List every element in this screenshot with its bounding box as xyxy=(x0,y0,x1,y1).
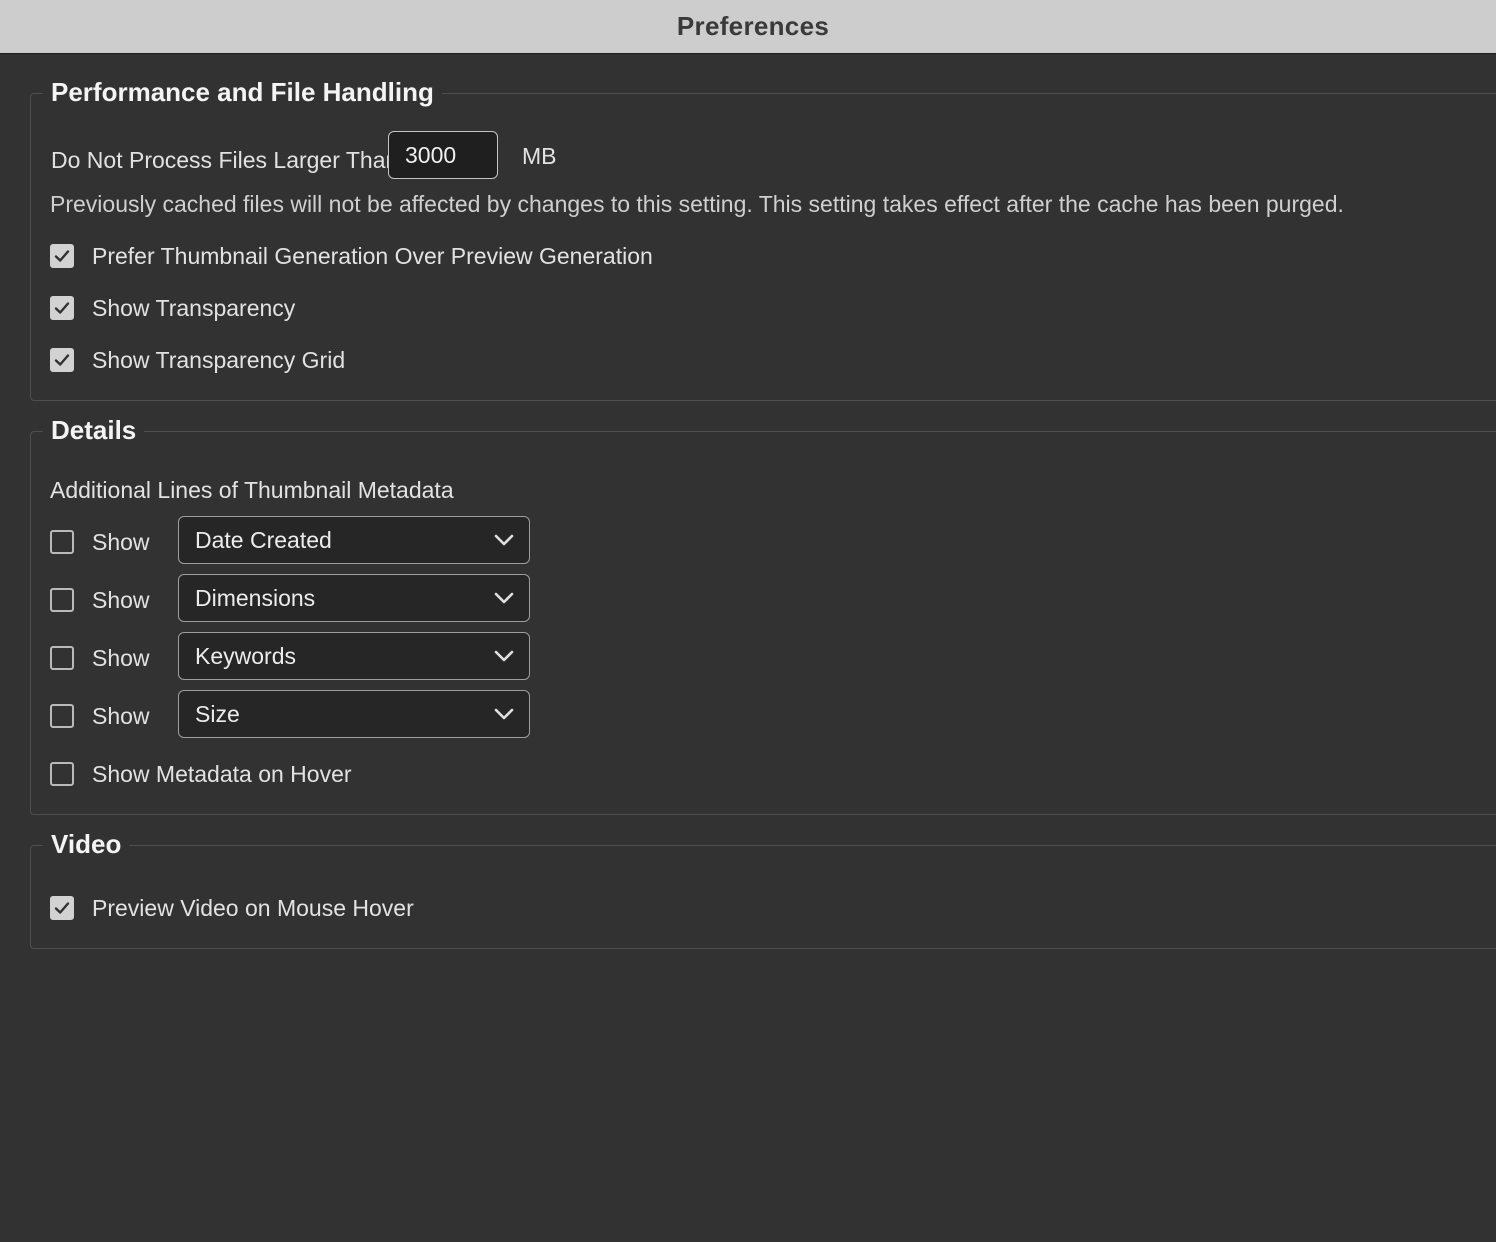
performance-heading: Performance and File Handling xyxy=(43,74,442,110)
option-prefer-thumbnail[interactable]: Prefer Thumbnail Generation Over Preview… xyxy=(50,240,653,272)
video-heading: Video xyxy=(43,826,130,862)
metadata-subheading: Additional Lines of Thumbnail Metadata xyxy=(50,476,454,503)
max-file-size-unit: MB xyxy=(522,142,557,169)
metadata-line-1-checkbox[interactable] xyxy=(50,530,74,554)
prefer-thumbnail-checkbox[interactable] xyxy=(50,244,74,268)
max-file-size-unit-row: MB xyxy=(522,140,557,172)
show-transparency-checkbox[interactable] xyxy=(50,296,74,320)
metadata-line-4-value: Size xyxy=(195,700,240,727)
metadata-line-3-checkbox[interactable] xyxy=(50,646,74,670)
option-show-metadata-hover[interactable]: Show Metadata on Hover xyxy=(50,758,352,790)
preview-video-hover-checkbox[interactable] xyxy=(50,896,74,920)
checkmark-icon xyxy=(54,250,70,262)
metadata-line-4-select[interactable]: Size xyxy=(178,690,530,738)
metadata-line-4-show-label: Show xyxy=(92,702,150,729)
show-transparency-grid-checkbox[interactable] xyxy=(50,348,74,372)
chevron-down-icon xyxy=(494,534,514,546)
metadata-line-3[interactable]: Show xyxy=(50,642,150,674)
option-show-transparency[interactable]: Show Transparency xyxy=(50,292,295,324)
checkmark-icon xyxy=(54,302,70,314)
metadata-line-1-value: Date Created xyxy=(195,526,332,553)
metadata-line-1-select[interactable]: Date Created xyxy=(178,516,530,564)
chevron-down-icon xyxy=(494,650,514,662)
max-file-size-input[interactable]: 3000 xyxy=(388,131,498,179)
option-show-transparency-grid[interactable]: Show Transparency Grid xyxy=(50,344,345,376)
show-metadata-hover-checkbox[interactable] xyxy=(50,762,74,786)
metadata-line-3-show-label: Show xyxy=(92,644,150,671)
metadata-line-4[interactable]: Show xyxy=(50,700,150,732)
metadata-line-2-select[interactable]: Dimensions xyxy=(178,574,530,622)
show-metadata-hover-label: Show Metadata on Hover xyxy=(92,760,352,787)
metadata-subheading-row: Additional Lines of Thumbnail Metadata xyxy=(50,474,454,506)
show-transparency-label: Show Transparency xyxy=(92,294,296,321)
max-file-size-row: Do Not Process Files Larger Than xyxy=(51,144,398,176)
metadata-line-3-value: Keywords xyxy=(195,642,296,669)
window-title: Preferences xyxy=(676,11,830,41)
metadata-line-1-show-label: Show xyxy=(92,528,150,555)
cache-note-row: Previously cached files will not be affe… xyxy=(50,188,1344,220)
preview-video-hover-label: Preview Video on Mouse Hover xyxy=(92,894,414,921)
window-titlebar: Preferences xyxy=(0,0,1496,54)
checkmark-icon xyxy=(54,902,70,914)
max-file-size-label: Do Not Process Files Larger Than xyxy=(51,146,399,173)
chevron-down-icon xyxy=(494,708,514,720)
metadata-line-1[interactable]: Show xyxy=(50,526,150,558)
prefer-thumbnail-label: Prefer Thumbnail Generation Over Preview… xyxy=(92,242,653,269)
metadata-line-4-checkbox[interactable] xyxy=(50,704,74,728)
metadata-line-3-select[interactable]: Keywords xyxy=(178,632,530,680)
chevron-down-icon xyxy=(494,592,514,604)
option-preview-video-hover[interactable]: Preview Video on Mouse Hover xyxy=(50,892,414,924)
metadata-line-2-checkbox[interactable] xyxy=(50,588,74,612)
metadata-line-2-show-label: Show xyxy=(92,586,150,613)
metadata-line-2[interactable]: Show xyxy=(50,584,150,616)
show-transparency-grid-label: Show Transparency Grid xyxy=(92,346,346,373)
cache-note: Previously cached files will not be affe… xyxy=(50,190,1344,217)
metadata-line-2-value: Dimensions xyxy=(195,584,316,611)
details-heading: Details xyxy=(43,412,145,448)
checkmark-icon xyxy=(54,354,70,366)
